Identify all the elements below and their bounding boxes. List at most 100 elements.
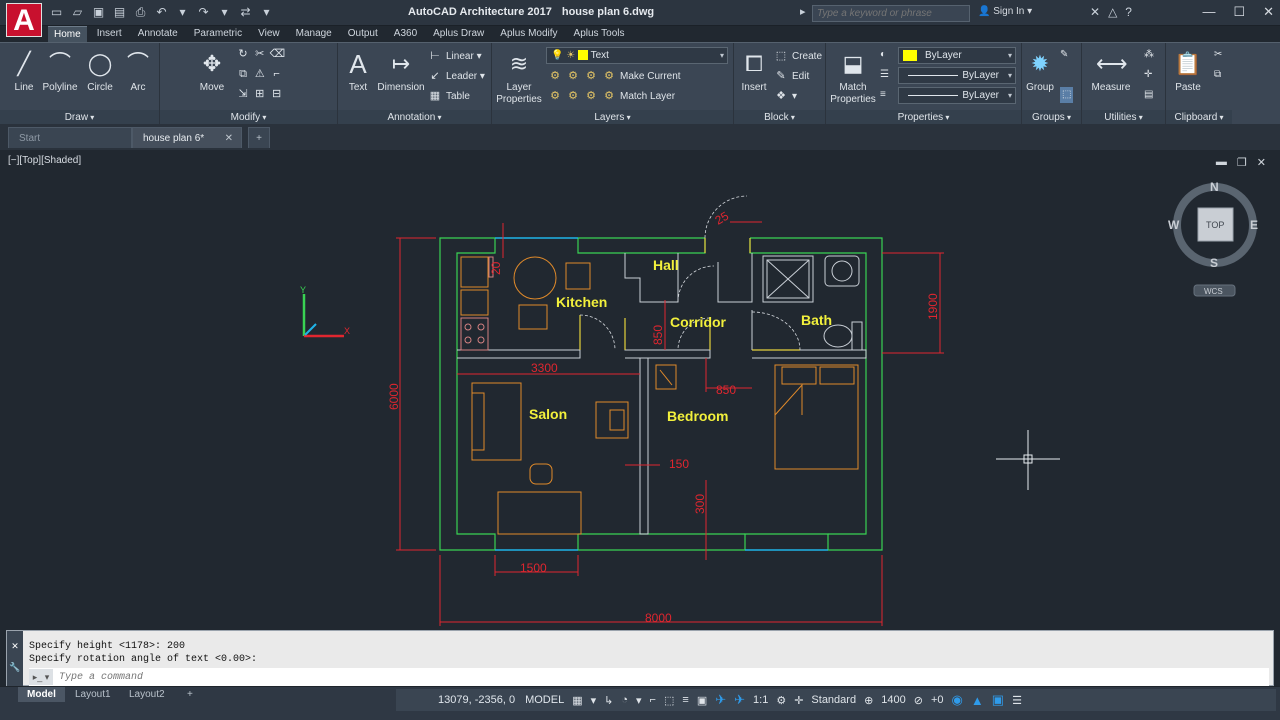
- auto-scale-icon[interactable]: ✈: [734, 692, 745, 708]
- units-icon[interactable]: ⊕: [864, 694, 873, 707]
- ribbon-tab-insert[interactable]: Insert: [91, 26, 128, 42]
- create-block-button[interactable]: ⬚ Create: [774, 49, 822, 65]
- hardware-acceleration-icon[interactable]: ▲: [971, 693, 984, 708]
- save-as-icon[interactable]: ▤: [111, 5, 128, 20]
- maximize-icon[interactable]: ☐: [1233, 4, 1245, 20]
- lineweight-toggle-icon[interactable]: ≡: [682, 694, 688, 706]
- ribbon-tab-annotate[interactable]: Annotate: [132, 26, 184, 42]
- customize-qat-icon[interactable]: ▾: [258, 5, 275, 20]
- table-button[interactable]: ▦ Table: [428, 89, 470, 105]
- plot-icon[interactable]: ⎙: [132, 5, 149, 20]
- undo-dropdown-icon[interactable]: ▾: [174, 5, 191, 20]
- coordinates-readout[interactable]: 13079, -2356, 0: [438, 694, 515, 706]
- layout2-tab[interactable]: Layout2: [120, 687, 174, 702]
- open-file-icon[interactable]: ▱: [69, 5, 86, 20]
- compass-e[interactable]: E: [1250, 218, 1258, 232]
- model-space-toggle[interactable]: MODEL: [525, 694, 564, 706]
- match-properties-button[interactable]: ⬓ Match Properties: [828, 47, 878, 106]
- compass-w[interactable]: W: [1168, 218, 1180, 232]
- new-layout-button[interactable]: +: [178, 687, 202, 702]
- ribbon-tab-parametric[interactable]: Parametric: [188, 26, 248, 42]
- command-prompt-icon[interactable]: ▸_ ▾: [29, 669, 53, 685]
- command-line-handle[interactable]: ✕ 🔧: [7, 631, 23, 687]
- layer-dropdown[interactable]: 💡 ☀ Text: [546, 47, 728, 64]
- layout1-tab[interactable]: Layout1: [66, 687, 120, 702]
- draw-panel-title[interactable]: Draw: [0, 110, 159, 125]
- object-snap-icon[interactable]: ⬚: [664, 694, 674, 707]
- new-file-icon[interactable]: ▭: [48, 5, 65, 20]
- properties-panel-title[interactable]: Properties: [826, 110, 1021, 125]
- quick-select-icon[interactable]: ⁂: [1144, 47, 1154, 63]
- ungroup-icon[interactable]: ✎: [1060, 47, 1068, 63]
- clipboard-panel-title[interactable]: Clipboard: [1166, 110, 1232, 125]
- drawing-tab[interactable]: house plan 6* ✕: [132, 127, 242, 148]
- ribbon-tab-aplus-tools[interactable]: Aplus Tools: [568, 26, 631, 42]
- ortho-icon[interactable]: ↳: [604, 694, 613, 707]
- display-style[interactable]: Standard: [811, 694, 856, 706]
- group-select-icon[interactable]: ⬚: [1060, 87, 1074, 103]
- compass-n[interactable]: N: [1210, 180, 1219, 194]
- rotate-tool[interactable]: ↻ ✂ ⌫: [236, 47, 285, 63]
- dimension-button[interactable]: ↦ Dimension: [376, 47, 426, 93]
- lineweight-dropdown[interactable]: ByLayer: [898, 87, 1016, 104]
- clean-screen-icon[interactable]: ▣: [992, 692, 1004, 708]
- arc-button[interactable]: ⌒ Arc: [118, 47, 158, 93]
- cut-icon[interactable]: ✂: [1214, 47, 1222, 63]
- osnap-icon[interactable]: ▾: [636, 694, 642, 707]
- redo-dropdown-icon[interactable]: ▾: [216, 5, 233, 20]
- close-icon[interactable]: ✕: [1263, 4, 1274, 20]
- compass-s[interactable]: S: [1210, 256, 1218, 270]
- line-button[interactable]: ╱ Line: [4, 47, 44, 93]
- polar-icon[interactable]: ◔: [621, 694, 628, 706]
- stretch-tool[interactable]: ⇲ ⊞ ⊟: [236, 87, 284, 103]
- snap-icon[interactable]: ▾: [591, 694, 597, 707]
- ribbon-tab-output[interactable]: Output: [342, 26, 384, 42]
- polyline-button[interactable]: ⌒ Polyline: [40, 47, 80, 93]
- share-icon[interactable]: ⇄: [237, 5, 254, 20]
- expand-icon[interactable]: ▸: [800, 5, 806, 18]
- viewcube[interactable]: TOP N S E W WCS: [1168, 180, 1258, 297]
- ribbon-tab-manage[interactable]: Manage: [290, 26, 338, 42]
- model-layout-tab[interactable]: Model: [18, 687, 65, 702]
- ribbon-tab-a360[interactable]: A360: [388, 26, 423, 42]
- ribbon-tab-aplus-modify[interactable]: Aplus Modify: [494, 26, 563, 42]
- elevation-value[interactable]: 1400: [881, 694, 905, 706]
- annotation-scale[interactable]: 1:1: [753, 694, 768, 706]
- utilities-panel-title[interactable]: Utilities: [1082, 110, 1165, 125]
- crosshair-toggle-icon[interactable]: ✛: [794, 694, 803, 707]
- annotation-panel-title[interactable]: Annotation: [338, 110, 491, 125]
- new-tab-button[interactable]: +: [248, 127, 270, 148]
- linetype-dropdown[interactable]: ByLayer: [898, 67, 1016, 84]
- close-command-icon[interactable]: ✕: [7, 641, 23, 652]
- block-panel-title[interactable]: Block: [734, 110, 825, 125]
- layer-properties-button[interactable]: ≋ Layer Properties: [496, 47, 542, 106]
- edit-block-button[interactable]: ✎ Edit: [774, 69, 809, 85]
- application-menu-button[interactable]: A: [6, 3, 42, 37]
- layers-panel-title[interactable]: Layers: [492, 110, 733, 125]
- cut-plane-value[interactable]: +0: [931, 694, 944, 706]
- workspace-icon[interactable]: ⚙: [776, 694, 786, 707]
- copy-clip-icon[interactable]: ⧉: [1214, 67, 1221, 83]
- insert-button[interactable]: ⧠ Insert: [734, 47, 774, 93]
- groups-panel-title[interactable]: Groups: [1022, 110, 1081, 125]
- copy-tool[interactable]: ⧉ ⚠ ⌐: [236, 67, 284, 83]
- isolate-objects-icon[interactable]: ◉: [952, 692, 963, 708]
- calculator-icon[interactable]: ▤: [1144, 87, 1153, 103]
- minimize-icon[interactable]: —: [1202, 4, 1215, 20]
- exchange-icon[interactable]: ✕: [1090, 5, 1100, 19]
- measure-button[interactable]: ⟷ Measure: [1086, 47, 1136, 93]
- ribbon-tab-home[interactable]: Home: [48, 26, 87, 42]
- annotation-visibility-icon[interactable]: ✈: [715, 692, 726, 708]
- move-button[interactable]: ✥ Move: [192, 47, 232, 93]
- command-input[interactable]: [29, 668, 1269, 686]
- circle-button[interactable]: ◯ Circle: [80, 47, 120, 93]
- leader-button[interactable]: ↙ Leader ▾: [428, 69, 485, 85]
- linear-button[interactable]: ⊢ Linear ▾: [428, 49, 481, 65]
- ribbon-tab-aplus-draw[interactable]: Aplus Draw: [427, 26, 490, 42]
- modify-panel-title[interactable]: Modify: [160, 110, 337, 125]
- save-icon[interactable]: ▣: [90, 5, 107, 20]
- point-icon[interactable]: ✛: [1144, 67, 1152, 83]
- text-button[interactable]: A Text: [338, 47, 378, 93]
- paste-button[interactable]: 📋 Paste: [1168, 47, 1208, 93]
- customize-command-icon[interactable]: 🔧: [7, 662, 23, 673]
